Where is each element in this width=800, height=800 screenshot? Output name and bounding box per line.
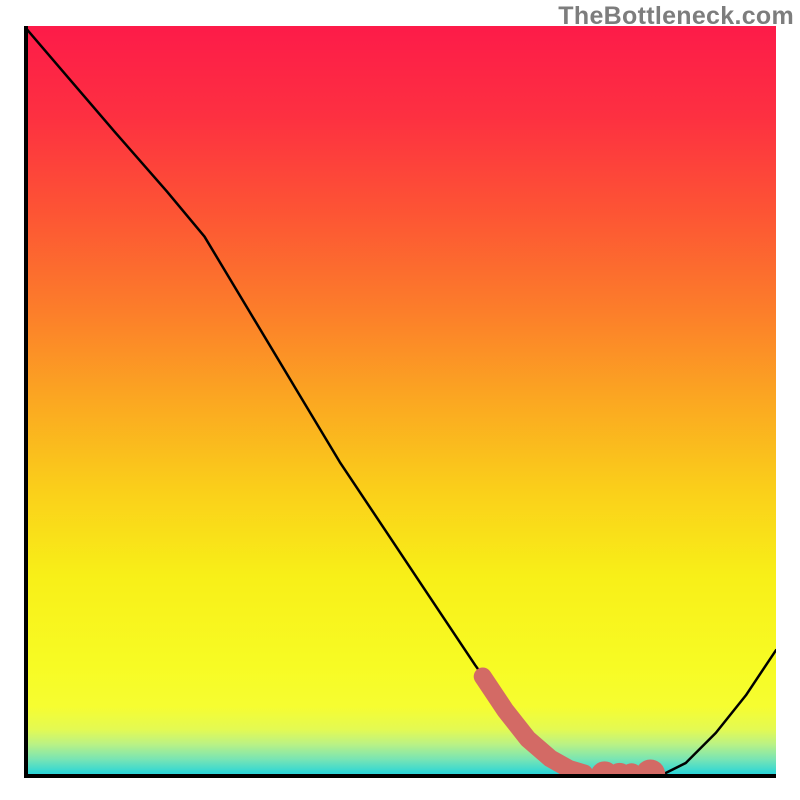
plot-axes bbox=[24, 26, 776, 778]
attribution-label: TheBottleneck.com bbox=[558, 2, 794, 31]
chart-container: TheBottleneck.com bbox=[0, 0, 800, 800]
